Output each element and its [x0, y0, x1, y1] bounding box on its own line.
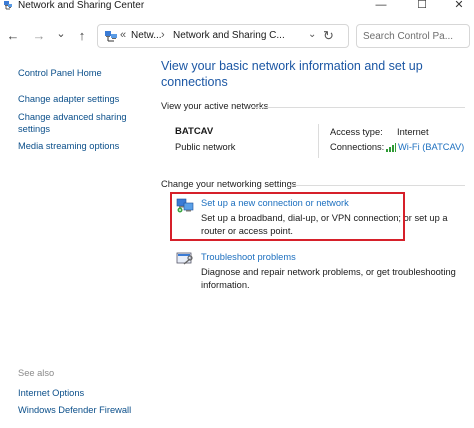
wifi-connection-link[interactable]: Wi-Fi (BATCAV) — [398, 142, 464, 152]
up-button[interactable]: ↑ — [74, 28, 90, 44]
divider — [250, 107, 465, 108]
chevron-down-icon[interactable]: ⌄ — [308, 29, 316, 40]
breadcrumb-separator: › — [161, 29, 165, 41]
see-also-heading: See also — [18, 368, 55, 378]
breadcrumb-network-sharing[interactable]: Network and Sharing C... — [173, 30, 285, 42]
access-type-value: Internet — [397, 127, 429, 137]
active-networks-heading: View your active networks — [161, 101, 269, 111]
back-button[interactable]: ← — [5, 28, 21, 44]
divider — [318, 124, 319, 158]
highlight-box — [170, 192, 405, 241]
maximize-button[interactable]: ☐ — [407, 0, 437, 12]
address-bar[interactable]: « Netw... › Network and Sharing C... ⌄ ↻ — [97, 24, 349, 48]
sidebar-item-control-panel-home[interactable]: Control Panel Home — [18, 67, 102, 79]
breadcrumb-network[interactable]: Netw... — [131, 30, 162, 42]
network-center-icon — [4, 1, 12, 10]
sidebar-item-adapter-settings[interactable]: Change adapter settings — [18, 93, 119, 105]
divider — [290, 185, 465, 186]
troubleshoot-link[interactable]: Troubleshoot problems — [201, 252, 296, 262]
network-center-icon — [105, 31, 117, 42]
see-also-defender-firewall[interactable]: Windows Defender Firewall — [18, 404, 131, 416]
change-settings-heading: Change your networking settings — [161, 179, 297, 189]
wifi-signal-icon — [386, 143, 396, 152]
refresh-icon[interactable]: ↻ — [323, 28, 334, 44]
search-placeholder: Search Control Pa... — [363, 31, 454, 42]
sidebar-item-media-streaming[interactable]: Media streaming options — [18, 140, 119, 152]
see-also-internet-options[interactable]: Internet Options — [18, 387, 84, 399]
page-title: View your basic network information and … — [161, 59, 423, 89]
title-bar: Network and Sharing Center — ☐ ✕ — [0, 0, 474, 14]
network-type[interactable]: Public network — [175, 142, 235, 152]
search-input[interactable]: Search Control Pa... — [356, 24, 470, 48]
access-type-label: Access type: — [330, 127, 383, 137]
sidebar-item-advanced-sharing[interactable]: Change advanced sharing settings — [18, 111, 138, 135]
window-title: Network and Sharing Center — [18, 0, 145, 11]
close-button[interactable]: ✕ — [444, 0, 474, 12]
connections-label: Connections: — [330, 142, 385, 152]
troubleshoot-icon — [176, 252, 193, 265]
forward-button[interactable]: → — [31, 28, 47, 44]
minimize-button[interactable]: — — [366, 0, 396, 12]
recent-locations-button[interactable]: ⌄ — [53, 26, 69, 42]
troubleshoot-description: Diagnose and repair network problems, or… — [201, 267, 456, 290]
breadcrumb-overflow[interactable]: « — [120, 29, 126, 41]
network-name: BATCAV — [175, 126, 214, 137]
